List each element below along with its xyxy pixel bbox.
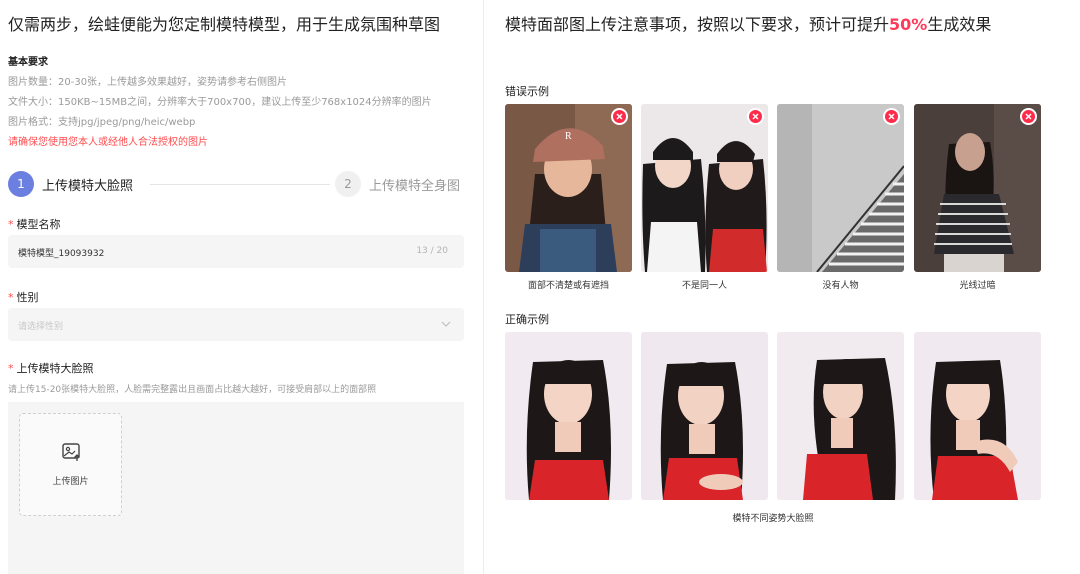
- model-name-label: * 模型名称: [8, 216, 61, 232]
- wrong-example-too-dark: [914, 104, 1041, 272]
- close-icon: [747, 108, 764, 125]
- face-photo-label: * 上传模特大脸照: [8, 360, 94, 376]
- requirement-format: 图片格式：支持jpg/jpeg/png/heic/webp: [8, 117, 196, 128]
- correct-examples-label: 正确示例: [505, 313, 549, 326]
- upload-area: 上传图片: [8, 402, 464, 574]
- upload-image-label: 上传图片: [52, 477, 89, 487]
- guidelines-title-suffix: 生成效果: [927, 15, 992, 34]
- wrong-caption-obscured: 面部不清楚或有遮挡: [527, 281, 609, 291]
- wrong-caption-no-person: 没有人物: [822, 281, 859, 291]
- chevron-down-icon: [441, 321, 451, 327]
- face-photo-hint: 请上传15-20张模特大脸照，人脸需完整露出且画面占比越大越好，可接受肩部以上的…: [8, 385, 377, 395]
- required-mark: *: [8, 291, 14, 304]
- gender-label-text: 性别: [16, 291, 39, 304]
- wrong-examples-label: 错误示例: [505, 85, 549, 98]
- svg-text:R: R: [565, 131, 572, 142]
- close-icon: [883, 108, 900, 125]
- steps-indicator: 1 上传模特大脸照 2 上传模特全身图: [8, 171, 464, 197]
- correct-example-photo: [641, 332, 768, 500]
- step-2-number: 2: [335, 171, 361, 197]
- model-name-input[interactable]: 模特模型_19093932 13 / 20: [8, 235, 464, 268]
- step-1-label: 上传模特大脸照: [42, 179, 134, 194]
- left-panel: 仅需两步，绘蛙便能为您定制模特模型，用于生成氛围种草图 基本要求 图片数量：20…: [0, 0, 484, 574]
- wrong-example-different-people: [641, 104, 768, 272]
- page-title: 仅需两步，绘蛙便能为您定制模特模型，用于生成氛围种草图: [8, 15, 441, 34]
- step-connector: [150, 184, 330, 185]
- model-name-value: 模特模型_19093932: [18, 249, 105, 259]
- correct-example-photo: [505, 332, 632, 500]
- wrong-caption-too-dark: 光线过暗: [959, 281, 996, 291]
- close-icon: [611, 108, 628, 125]
- correct-example-photo: [914, 332, 1041, 500]
- face-photo-label-text: 上传模特大脸照: [16, 362, 94, 375]
- gender-select[interactable]: 请选择性别: [8, 308, 464, 341]
- model-name-label-text: 模型名称: [16, 218, 61, 231]
- requirements-heading: 基本要求: [8, 57, 48, 68]
- char-counter: 13 / 20: [416, 246, 448, 256]
- step-1-number: 1: [8, 171, 34, 197]
- correct-caption: 模特不同姿势大脸照: [732, 514, 814, 524]
- wrong-caption-different-people: 不是同一人: [681, 281, 727, 291]
- correct-example-photo: [777, 332, 904, 500]
- upload-image-button[interactable]: 上传图片: [19, 413, 122, 516]
- authorization-warning: 请确保您使用您本人或经他人合法授权的图片: [8, 137, 208, 148]
- requirement-count: 图片数量：20-30张，上传越多效果越好，姿势请参考右侧图片: [8, 77, 288, 88]
- improvement-percent: 50%: [889, 15, 928, 34]
- step-2-label: 上传模特全身图: [369, 179, 461, 194]
- right-panel: 模特面部图上传注意事项，按照以下要求，预计可提升50%生成效果 错误示例 R 面…: [485, 0, 1080, 574]
- gender-placeholder: 请选择性别: [18, 322, 64, 332]
- wrong-example-obscured-face: R: [505, 104, 632, 272]
- close-icon: [1020, 108, 1037, 125]
- wrong-example-no-person: [777, 104, 904, 272]
- requirement-size: 文件大小：150KB~15MB之间，分辨率大于700x700，建议上传至少768…: [8, 97, 432, 108]
- required-mark: *: [8, 218, 14, 231]
- guidelines-title-prefix: 模特面部图上传注意事项，按照以下要求，预计可提升: [505, 15, 890, 34]
- guidelines-title: 模特面部图上传注意事项，按照以下要求，预计可提升50%生成效果: [505, 15, 991, 35]
- gender-label: * 性别: [8, 289, 39, 305]
- required-mark: *: [8, 362, 14, 375]
- image-upload-icon: [62, 443, 80, 461]
